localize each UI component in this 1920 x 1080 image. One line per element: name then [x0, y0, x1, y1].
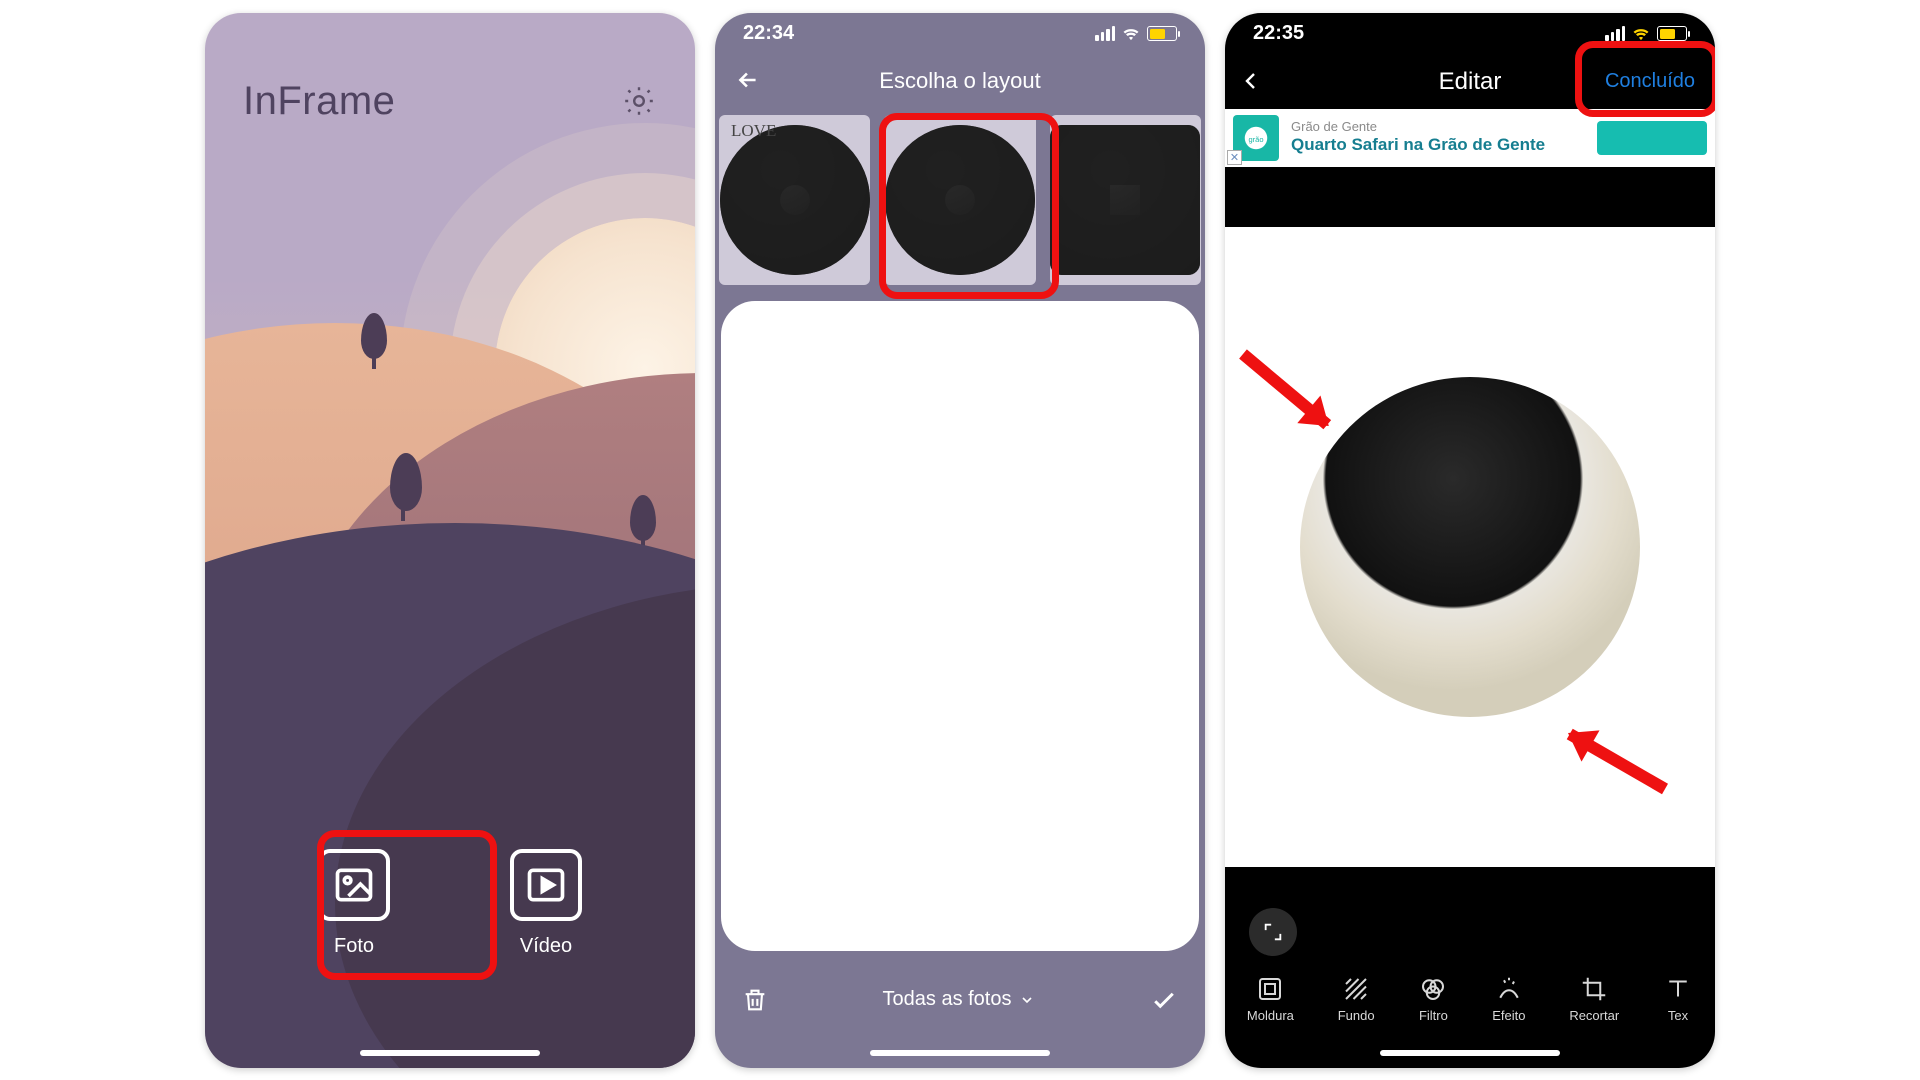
- cropped-photo-circle[interactable]: [1300, 377, 1640, 717]
- tool-recortar[interactable]: Recortar: [1569, 974, 1619, 1023]
- home-screen: InFrame Foto: [205, 13, 695, 1068]
- status-time: 22:34: [743, 22, 794, 45]
- status-time: 22:35: [1253, 22, 1304, 45]
- expand-button[interactable]: [1249, 908, 1297, 956]
- app-title: InFrame: [243, 79, 395, 124]
- ad-cta-button[interactable]: [1597, 121, 1707, 155]
- editor-screen: 22:35 Editar Concluído ✕ grão Grão de Ge…: [1225, 13, 1715, 1068]
- tool-label: Fundo: [1338, 1008, 1375, 1023]
- annotation-highlight-foto: [317, 830, 497, 980]
- back-button[interactable]: [1239, 69, 1263, 93]
- tool-label: Recortar: [1569, 1008, 1619, 1023]
- editor-title: Editar: [1439, 68, 1502, 96]
- annotation-highlight-done: [1575, 41, 1715, 117]
- tool-label: Tex: [1668, 1008, 1688, 1023]
- signal-icon: [1605, 26, 1625, 41]
- album-label: Todas as fotos: [883, 988, 1012, 1011]
- wifi-icon: [1631, 26, 1651, 41]
- svg-text:grão: grão: [1248, 134, 1263, 143]
- tool-label: Efeito: [1492, 1008, 1525, 1023]
- ad-close-icon[interactable]: ✕: [1227, 150, 1242, 165]
- delete-button[interactable]: [741, 986, 769, 1014]
- annotation-highlight-circle-layout: [879, 113, 1059, 299]
- signal-icon: [1095, 26, 1115, 41]
- album-picker[interactable]: Todas as fotos: [883, 988, 1036, 1011]
- layout-thumb-love-frame[interactable]: [719, 115, 870, 285]
- ad-banner[interactable]: ✕ grão Grão de Gente Quarto Safari na Gr…: [1225, 109, 1715, 167]
- home-indicator[interactable]: [870, 1050, 1050, 1056]
- tool-moldura[interactable]: Moldura: [1247, 974, 1294, 1023]
- video-label: Vídeo: [520, 935, 572, 958]
- tool-filtro[interactable]: Filtro: [1418, 974, 1448, 1023]
- video-icon: [510, 849, 582, 921]
- home-indicator[interactable]: [1380, 1050, 1560, 1056]
- wifi-icon: [1121, 26, 1141, 41]
- battery-icon: [1657, 26, 1687, 41]
- ad-headline: Quarto Safari na Grão de Gente: [1291, 135, 1545, 155]
- tool-strip: Moldura Fundo Filtro Efeito Recortar Tex: [1225, 964, 1715, 1034]
- tool-efeito[interactable]: Efeito: [1492, 974, 1525, 1023]
- confirm-button[interactable]: [1149, 985, 1179, 1015]
- tool-fundo[interactable]: Fundo: [1338, 974, 1375, 1023]
- layout-picker-screen: 22:34 Escolha o layout Todas as fotos: [715, 13, 1205, 1068]
- battery-icon: [1147, 26, 1177, 41]
- layout-thumb-square[interactable]: [1050, 115, 1201, 285]
- layout-header-title: Escolha o layout: [879, 68, 1040, 94]
- settings-gear-icon[interactable]: [621, 83, 657, 119]
- tool-label: Moldura: [1247, 1008, 1294, 1023]
- preview-canvas[interactable]: [721, 301, 1199, 951]
- home-indicator[interactable]: [360, 1050, 540, 1056]
- status-bar: 22:34: [715, 13, 1205, 55]
- chevron-down-icon: [1019, 992, 1035, 1008]
- back-button[interactable]: [735, 67, 761, 93]
- ad-brand: Grão de Gente: [1291, 120, 1545, 135]
- tool-label: Filtro: [1419, 1008, 1448, 1023]
- tool-texto[interactable]: Tex: [1663, 974, 1693, 1023]
- video-button[interactable]: Vídeo: [510, 849, 582, 958]
